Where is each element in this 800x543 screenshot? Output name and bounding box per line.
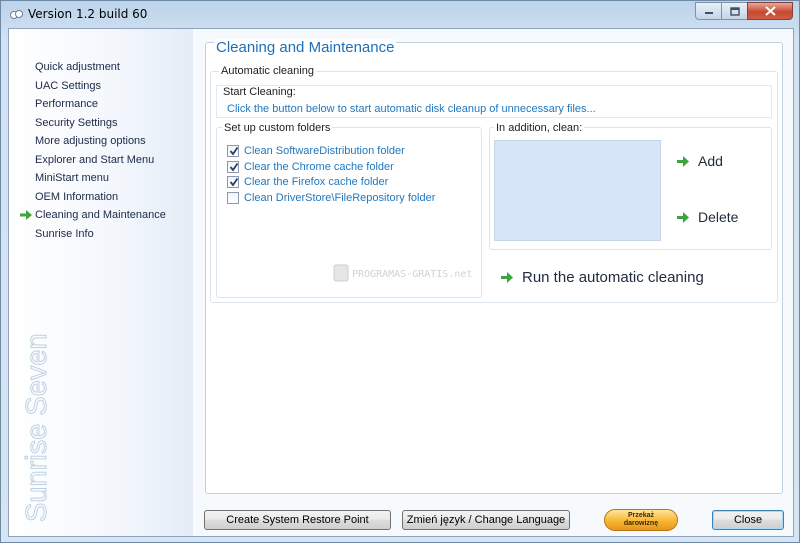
app-window: Version 1.2 build 60 Quick adjustment UA… — [0, 0, 800, 543]
sidebar-item-label: More adjusting options — [35, 135, 146, 147]
additional-clean-list[interactable] — [494, 140, 661, 241]
sidebar-item-uac-settings[interactable]: UAC Settings — [9, 80, 166, 99]
checkbox[interactable] — [227, 144, 239, 157]
sidebar-item-explorer-and-start-menu[interactable]: Explorer and Start Menu — [9, 154, 166, 173]
close-window-button[interactable] — [747, 2, 793, 20]
sidebar-item-label: Security Settings — [35, 116, 118, 129]
window-title: Version 1.2 build 60 — [28, 7, 148, 21]
delete-button-label: Delete — [698, 209, 739, 225]
sidebar-item-sunrise-info[interactable]: Sunrise Info — [9, 228, 166, 247]
custom-folders-title: Set up custom folders — [222, 122, 333, 134]
checkbox[interactable] — [227, 160, 239, 173]
add-button[interactable]: Add — [677, 151, 723, 171]
checkmark-icon — [229, 146, 239, 155]
checkbox[interactable] — [227, 191, 239, 204]
minimize-icon — [704, 12, 713, 14]
arrow-right-icon — [677, 155, 689, 167]
sidebar-item-label: Cleaning and Maintenance — [35, 209, 166, 221]
change-language-button[interactable]: Zmień język / Change Language — [402, 510, 570, 530]
arrow-right-icon — [501, 271, 513, 283]
additional-clean-title: In addition, clean: — [494, 122, 585, 134]
folder-checkbox-driverstore[interactable]: Clean DriverStore\FileRepository folder — [227, 190, 435, 205]
sidebar-item-label: OEM Information — [35, 190, 119, 203]
checkbox-label: Clear the Firefox cache folder — [244, 175, 389, 188]
maximize-icon — [729, 6, 740, 16]
arrow-right-icon — [677, 211, 689, 223]
watermark: PROGRAMAS-GRATIS.net — [333, 264, 472, 282]
client-area: Quick adjustment UAC Settings Performanc… — [8, 28, 794, 537]
main-area: Cleaning and Maintenance Automatic clean… — [193, 29, 793, 536]
sidebar-item-ministart-menu[interactable]: MiniStart menu — [9, 172, 166, 191]
checkbox-label: Clean DriverStore\FileRepository folder — [244, 191, 436, 204]
donate-button[interactable]: Przekaż darowiznę — [604, 509, 678, 531]
sidebar-item-label: Quick adjustment — [35, 61, 120, 73]
create-restore-point-button[interactable]: Create System Restore Point — [204, 510, 391, 530]
title-bar[interactable]: Version 1.2 build 60 — [1, 1, 799, 28]
sidebar-item-label: Explorer and Start Menu — [35, 153, 155, 166]
app-icon — [10, 10, 23, 19]
delete-button[interactable]: Delete — [677, 207, 738, 227]
caption-buttons — [695, 2, 793, 20]
start-cleaning-label: Start Cleaning: — [223, 86, 296, 98]
start-cleaning-description: Click the button below to start automati… — [227, 103, 596, 115]
sidebar-item-cleaning-and-maintenance[interactable]: Cleaning and Maintenance — [9, 209, 166, 228]
checkbox-label: Clean SoftwareDistribution folder — [244, 144, 405, 157]
checkmark-icon — [229, 162, 239, 171]
run-automatic-cleaning-button[interactable]: Run the automatic cleaning — [501, 267, 704, 287]
sidebar-item-label: Sunrise Info — [35, 227, 94, 240]
sidebar-nav: Quick adjustment UAC Settings Performanc… — [9, 61, 166, 246]
donate-line-2: darowiznę — [623, 520, 659, 527]
close-icon — [764, 6, 776, 16]
sidebar: Quick adjustment UAC Settings Performanc… — [9, 29, 193, 536]
checkmark-icon — [229, 177, 239, 186]
sidebar-item-label: UAC Settings — [35, 79, 102, 92]
run-button-label: Run the automatic cleaning — [522, 268, 704, 286]
sidebar-item-label: Performance — [35, 98, 98, 110]
sidebar-item-security-settings[interactable]: Security Settings — [9, 117, 166, 136]
folder-checkbox-firefox-cache[interactable]: Clear the Firefox cache folder — [227, 174, 388, 189]
maximize-button[interactable] — [721, 2, 747, 20]
sidebar-item-oem-information[interactable]: OEM Information — [9, 191, 166, 210]
brand-logo: Sunrise Seven — [21, 333, 53, 523]
checkbox-label: Clear the Chrome cache folder — [244, 160, 394, 173]
sidebar-item-performance[interactable]: Performance — [9, 98, 166, 117]
watermark-text: PROGRAMAS-GRATIS.net — [352, 269, 472, 280]
automatic-cleaning-title: Automatic cleaning — [219, 65, 316, 77]
donate-line-1: Przekaż — [627, 512, 655, 519]
minimize-button[interactable] — [695, 2, 721, 20]
sidebar-item-more-adjusting-options[interactable]: More adjusting options — [9, 135, 166, 154]
sidebar-item-quick-adjustment[interactable]: Quick adjustment — [9, 61, 166, 80]
checkbox[interactable] — [227, 175, 239, 188]
add-button-label: Add — [698, 153, 723, 169]
close-button[interactable]: Close — [712, 510, 784, 530]
arrow-right-icon — [20, 210, 32, 220]
sidebar-item-label: MiniStart menu — [35, 172, 109, 184]
brand-text: Sunrise Seven — [21, 333, 52, 522]
page-title: Cleaning and Maintenance — [214, 39, 397, 56]
folder-checkbox-softwaredistribution[interactable]: Clean SoftwareDistribution folder — [227, 143, 405, 158]
folder-checkbox-chrome-cache[interactable]: Clear the Chrome cache folder — [227, 159, 394, 174]
